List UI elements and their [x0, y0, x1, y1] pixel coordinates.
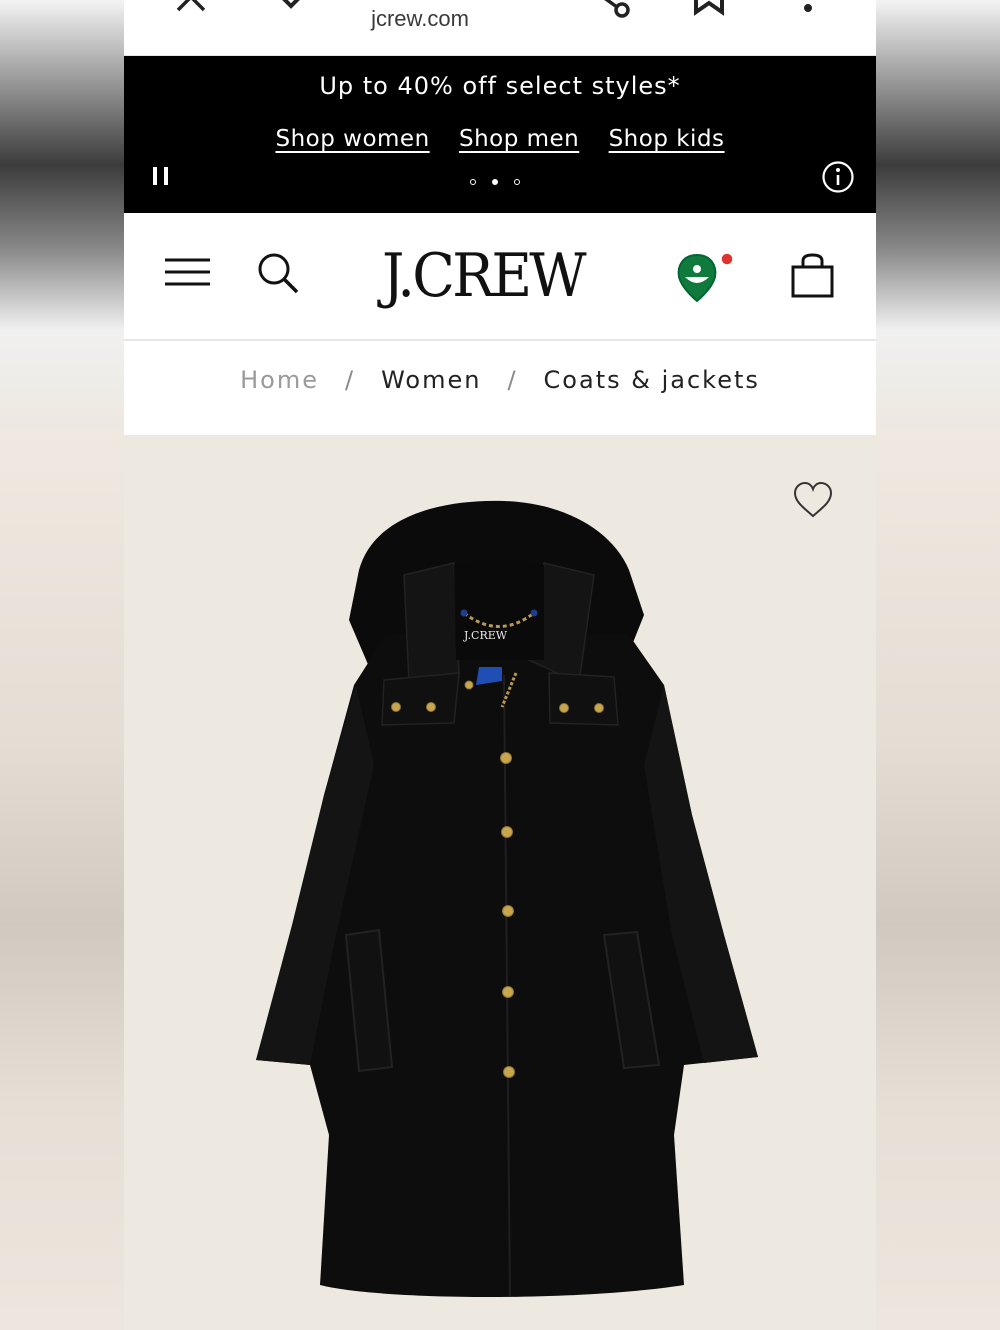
shop-kids-link[interactable]: Shop kids — [609, 126, 725, 152]
promo-links: Shop women Shop men Shop kids — [124, 126, 876, 152]
breadcrumb-separator: / — [507, 366, 518, 394]
promo-banner: Up to 40% off select styles* Shop women … — [124, 56, 876, 213]
site-header: J.CREW — [124, 213, 876, 341]
promo-headline: Up to 40% off select styles* — [319, 72, 681, 100]
breadcrumb-coats-jackets: Coats & jackets — [543, 366, 760, 394]
breadcrumb: Home / Women / Coats & jackets — [124, 341, 876, 435]
carousel-dots — [470, 179, 520, 185]
carousel-dot[interactable] — [470, 179, 476, 185]
coat-product-image: J.CREW — [256, 500, 758, 1298]
shop-men-link[interactable]: Shop men — [459, 126, 579, 152]
search-icon[interactable] — [257, 252, 301, 296]
breadcrumb-women[interactable]: Women — [381, 366, 481, 394]
notification-dot — [720, 252, 734, 266]
shop-women-link[interactable]: Shop women — [275, 126, 429, 152]
background-shade-right — [876, 430, 1000, 1330]
breadcrumb-home[interactable]: Home — [240, 366, 319, 394]
product-image-area[interactable]: J.CREW — [124, 435, 876, 1330]
pause-icon[interactable] — [152, 166, 172, 188]
info-icon[interactable] — [821, 160, 855, 194]
jcrew-logo[interactable]: J.CREW — [382, 241, 587, 311]
background-shade-left — [0, 430, 124, 1330]
breadcrumb-separator: / — [344, 366, 356, 394]
browser-toolbar: jcrew.com — [124, 0, 876, 56]
share-icon[interactable] — [588, 0, 632, 20]
coat-label: J.CREW — [463, 629, 508, 642]
menu-icon[interactable] — [164, 257, 212, 289]
bookmark-icon[interactable] — [692, 0, 726, 16]
carousel-dot[interactable] — [514, 179, 520, 185]
phone-screen: jcrew.com Up to 40% off select styles* S… — [124, 0, 876, 1330]
location-pin-icon[interactable] — [676, 249, 738, 303]
carousel-dot-active[interactable] — [492, 179, 498, 185]
shopping-bag-icon[interactable] — [790, 253, 836, 299]
more-options-icon[interactable] — [802, 0, 814, 16]
